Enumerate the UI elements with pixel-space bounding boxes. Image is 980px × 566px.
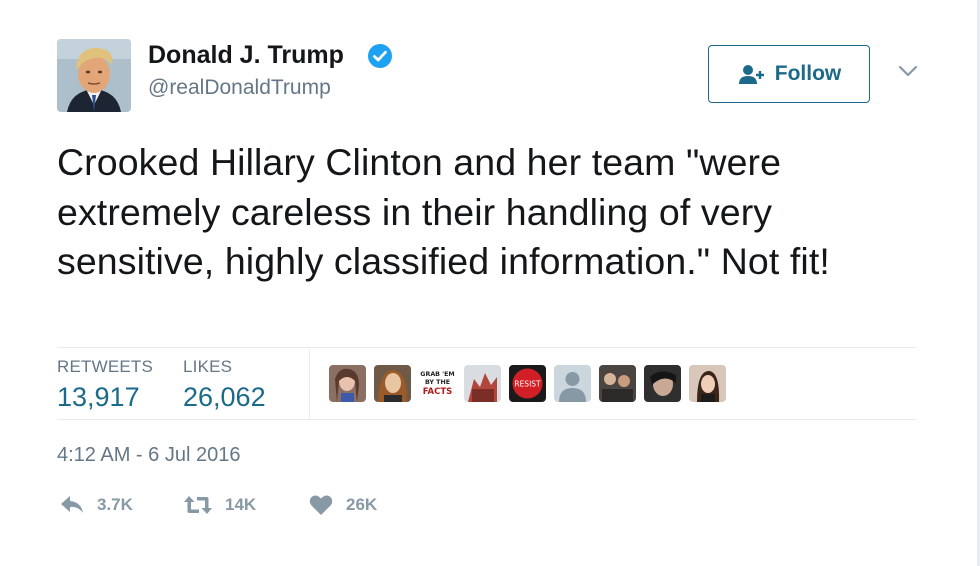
liker-avatar-6[interactable] (554, 365, 591, 402)
liker-avatar-1[interactable] (329, 365, 366, 402)
liker-3-line-2: BY THE (425, 379, 450, 386)
reply-button[interactable]: 3.7K (59, 492, 133, 518)
add-user-icon (738, 65, 764, 84)
tweet-timestamp[interactable]: 4:12 AM - 6 Jul 2016 (57, 444, 240, 467)
liker-avatar-9[interactable] (689, 365, 726, 402)
heart-icon (309, 495, 333, 515)
author-name[interactable]: Donald J. Trump (148, 41, 344, 70)
follow-button[interactable]: Follow (708, 45, 870, 103)
liker-avatar-8[interactable] (644, 365, 681, 402)
likes-label: LIKES (183, 357, 233, 376)
author-avatar[interactable] (57, 39, 131, 112)
stats-top-divider (57, 347, 917, 348)
liker-5-line-1: RESIST (514, 380, 541, 389)
liker-avatar-2[interactable] (374, 365, 411, 402)
likes-count: 26,062 (183, 382, 266, 412)
liker-avatar-3[interactable]: GRAB 'EM BY THE FACTS (419, 365, 456, 402)
likes-stat[interactable]: LIKES 26,062 (183, 357, 266, 413)
retweet-icon (184, 496, 212, 514)
like-count: 26K (346, 495, 378, 514)
reply-count: 3.7K (97, 495, 133, 514)
liker-avatar-7[interactable] (599, 365, 636, 402)
verified-badge-icon (367, 43, 393, 69)
retweets-label: RETWEETS (57, 357, 154, 376)
retweets-stat[interactable]: RETWEETS 13,917 (57, 357, 153, 413)
liker-3-line-1: GRAB 'EM (420, 371, 454, 378)
retweet-count: 14K (225, 495, 257, 514)
liker-avatar-4[interactable] (464, 365, 501, 402)
retweets-count: 13,917 (57, 382, 140, 412)
reply-icon (61, 496, 83, 513)
retweet-button[interactable]: 14K (183, 492, 256, 518)
liker-3-line-3: FACTS (423, 387, 453, 397)
stats-bottom-divider (57, 419, 917, 420)
author-handle[interactable]: @realDonaldTrump (148, 76, 331, 100)
liker-avatar-5[interactable]: RESIST (509, 365, 546, 402)
chevron-down-icon[interactable] (898, 64, 918, 78)
like-button[interactable]: 26K (308, 492, 377, 518)
tweet-text: Crooked Hillary Clinton and her team "we… (57, 141, 830, 282)
stats-separator (309, 350, 310, 418)
follow-button-label: Follow (774, 62, 842, 85)
likers-avatar-list: GRAB 'EM BY THE FACTS RESIST (329, 365, 726, 402)
